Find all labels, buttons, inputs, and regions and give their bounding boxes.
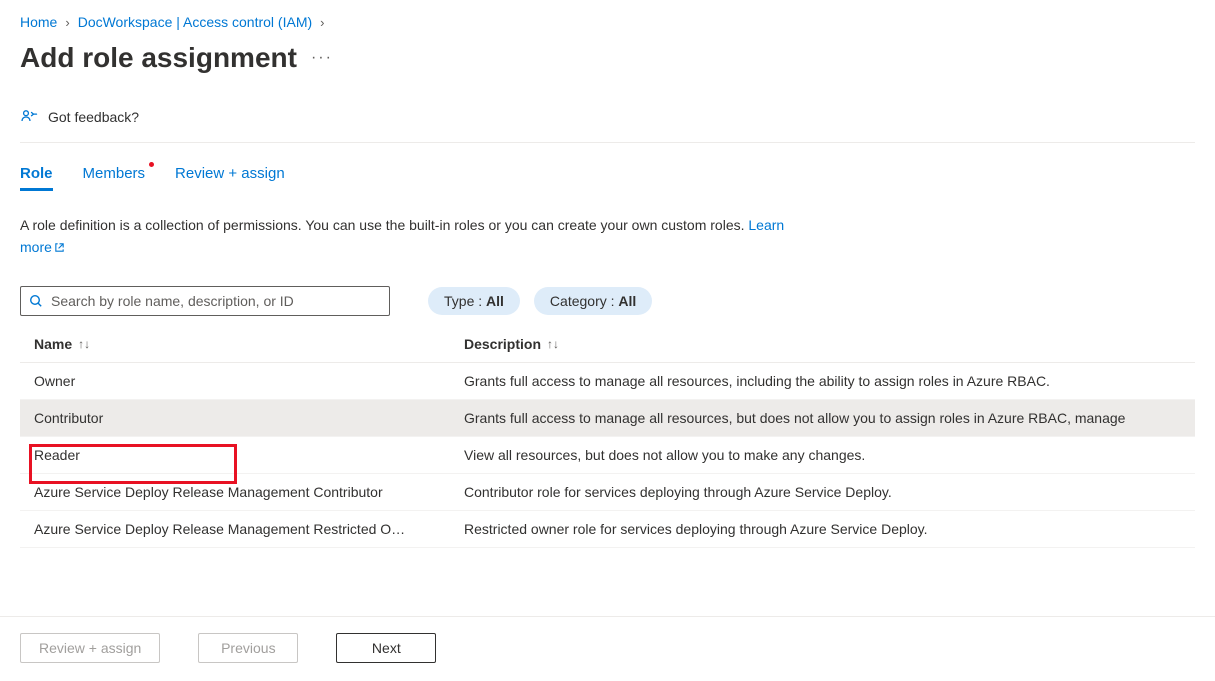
search-box[interactable] bbox=[20, 286, 390, 316]
role-description-text: A role definition is a collection of per… bbox=[20, 215, 800, 258]
tabs: Role Members Review + assign bbox=[20, 165, 1195, 191]
breadcrumb: Home › DocWorkspace | Access control (IA… bbox=[20, 14, 1195, 30]
filter-type-value: All bbox=[486, 293, 504, 309]
table-row[interactable]: Reader View all resources, but does not … bbox=[20, 437, 1195, 474]
table-row[interactable]: Owner Grants full access to manage all r… bbox=[20, 363, 1195, 400]
filter-type-label: Type : bbox=[444, 293, 486, 309]
breadcrumb-workspace[interactable]: DocWorkspace | Access control (IAM) bbox=[78, 14, 312, 30]
chevron-right-icon: › bbox=[320, 15, 324, 30]
previous-button: Previous bbox=[198, 633, 298, 663]
filter-category-pill[interactable]: Category : All bbox=[534, 287, 652, 315]
filter-type-pill[interactable]: Type : All bbox=[428, 287, 520, 315]
feedback-link[interactable]: Got feedback? bbox=[48, 109, 139, 125]
column-header-description[interactable]: Description ↑↓ bbox=[464, 336, 1195, 352]
notification-dot-icon bbox=[149, 162, 154, 167]
tab-members-label: Members bbox=[83, 165, 146, 182]
role-name: Owner bbox=[34, 373, 464, 389]
search-input[interactable] bbox=[51, 293, 381, 309]
tab-role[interactable]: Role bbox=[20, 165, 53, 191]
filter-category-value: All bbox=[618, 293, 636, 309]
tab-members[interactable]: Members bbox=[83, 165, 146, 191]
role-name: Azure Service Deploy Release Management … bbox=[34, 484, 464, 500]
more-icon[interactable]: ··· bbox=[311, 49, 333, 67]
column-header-description-label: Description bbox=[464, 336, 541, 352]
sort-icon: ↑↓ bbox=[78, 337, 90, 351]
search-icon bbox=[29, 294, 43, 308]
table-row[interactable]: Azure Service Deploy Release Management … bbox=[20, 511, 1195, 548]
role-name: Azure Service Deploy Release Management … bbox=[34, 521, 464, 537]
filter-category-label: Category : bbox=[550, 293, 618, 309]
breadcrumb-home[interactable]: Home bbox=[20, 14, 57, 30]
table-row[interactable]: Azure Service Deploy Release Management … bbox=[20, 474, 1195, 511]
role-description: Grants full access to manage all resourc… bbox=[464, 410, 1195, 426]
description-body: A role definition is a collection of per… bbox=[20, 217, 748, 233]
role-description: View all resources, but does not allow y… bbox=[464, 447, 1195, 463]
tab-review-assign[interactable]: Review + assign bbox=[175, 165, 285, 191]
external-link-icon bbox=[54, 242, 65, 253]
role-description: Contributor role for services deploying … bbox=[464, 484, 1195, 500]
chevron-right-icon: › bbox=[65, 15, 69, 30]
table-row[interactable]: Contributor Grants full access to manage… bbox=[20, 400, 1195, 437]
roles-table: Name ↑↓ Description ↑↓ Owner Grants full… bbox=[20, 336, 1195, 548]
table-header: Name ↑↓ Description ↑↓ bbox=[20, 336, 1195, 363]
next-button[interactable]: Next bbox=[336, 633, 436, 663]
feedback-icon bbox=[20, 108, 38, 126]
column-header-name[interactable]: Name ↑↓ bbox=[34, 336, 464, 352]
role-name: Contributor bbox=[34, 410, 464, 426]
page-title: Add role assignment bbox=[20, 42, 297, 74]
role-name: Reader bbox=[34, 447, 464, 463]
role-description: Grants full access to manage all resourc… bbox=[464, 373, 1195, 389]
review-assign-button: Review + assign bbox=[20, 633, 160, 663]
sort-icon: ↑↓ bbox=[547, 337, 559, 351]
role-description: Restricted owner role for services deplo… bbox=[464, 521, 1195, 537]
column-header-name-label: Name bbox=[34, 336, 72, 352]
footer: Review + assign Previous Next bbox=[0, 616, 1215, 681]
